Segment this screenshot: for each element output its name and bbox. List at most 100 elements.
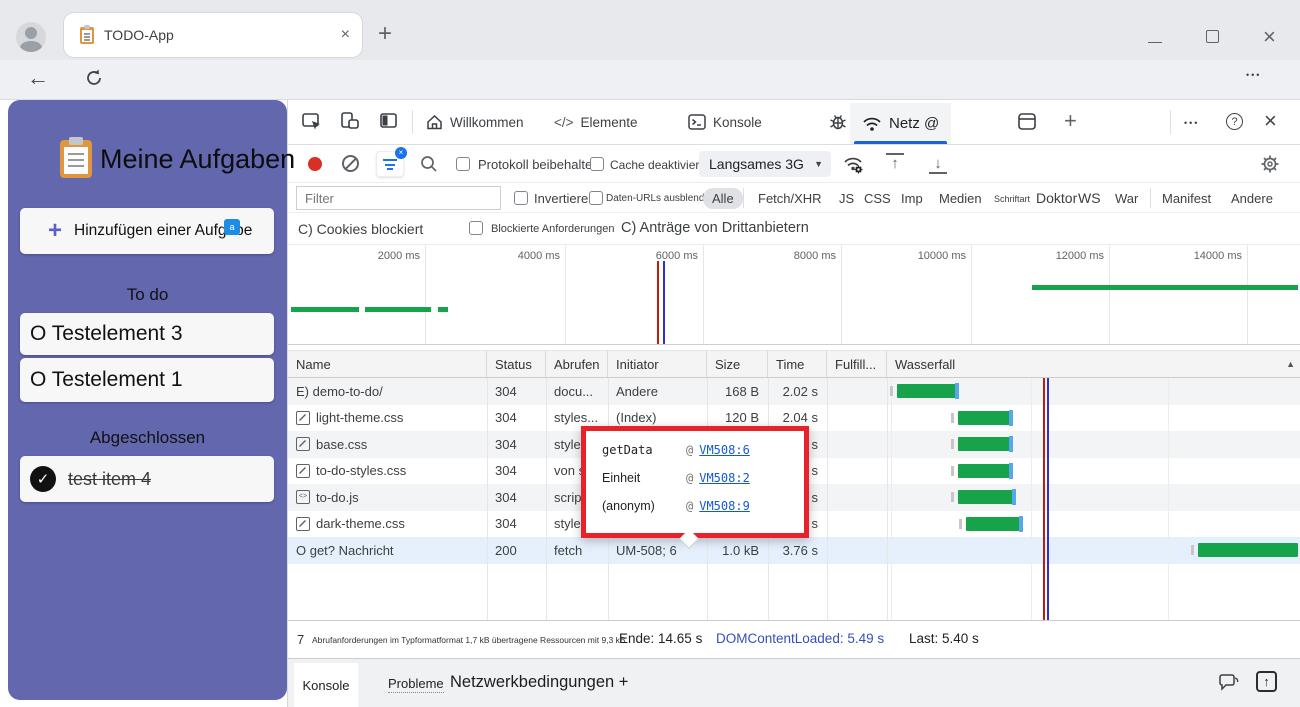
window-close-button[interactable]: × [1263, 24, 1276, 50]
browser-window: TODO-App × + × ← https://microsoftedge.g… [0, 0, 1300, 707]
filter-badge-icon: × [395, 147, 407, 159]
browser-tab[interactable]: TODO-App × [64, 13, 362, 57]
feedback-icon[interactable] [1218, 672, 1240, 697]
devtools-menu-icon[interactable]: ••• [1184, 118, 1199, 128]
stack-fn: Einheit [602, 471, 641, 485]
network-overview[interactable]: 2000 ms 4000 ms 6000 ms 8000 ms 10000 ms… [288, 245, 1300, 345]
filter-pill-ws[interactable]: WS [1078, 190, 1101, 206]
devtools-close-icon[interactable]: × [1264, 108, 1277, 134]
drawer-tab-console[interactable]: Konsole [294, 663, 358, 707]
waterfall-load-marker [1043, 378, 1045, 620]
hide-data-urls-checkbox[interactable] [589, 191, 603, 205]
css-file-icon [296, 437, 310, 452]
tab-title: TODO-App [104, 27, 174, 43]
blocked-requests-checkbox[interactable] [469, 221, 483, 235]
export-har-icon[interactable]: ↓ [929, 155, 947, 174]
js-file-icon: <> [296, 490, 310, 505]
filter-pill-img[interactable]: Imp [901, 191, 923, 206]
tab-network[interactable]: Netz @ [850, 103, 952, 144]
search-icon[interactable] [420, 155, 438, 178]
dock-side-icon[interactable] [380, 113, 398, 134]
filter-pill-js[interactable]: JS [839, 191, 854, 206]
at-symbol: @ [686, 471, 694, 485]
help-icon[interactable]: ? [1226, 113, 1243, 130]
filter-pill-media[interactable]: Medien [939, 191, 982, 206]
col-header-initiator[interactable]: Initiator [608, 351, 707, 377]
plus-icon: + [48, 217, 63, 244]
back-button[interactable]: ← [27, 65, 49, 91]
record-button[interactable] [308, 157, 322, 171]
network-wifi-icon [863, 117, 881, 131]
tab-elements[interactable]: </> Elemente [554, 100, 638, 144]
waterfall-bar[interactable] [897, 383, 959, 399]
new-tab-button[interactable]: + [378, 20, 392, 48]
col-header-name[interactable]: Name [288, 351, 487, 377]
invert-checkbox[interactable] [514, 191, 528, 205]
device-emulation-icon[interactable] [340, 112, 360, 136]
more-tools-button[interactable]: + [1064, 108, 1077, 134]
browser-tab-strip: TODO-App × + × [0, 0, 1300, 60]
filter-pill-other[interactable]: Andere [1231, 191, 1273, 206]
disable-cache-checkbox[interactable] [590, 157, 604, 171]
stack-location-link[interactable]: VM508:2 [699, 471, 750, 485]
drawer-tab-issues[interactable]: Probleme [388, 676, 444, 693]
network-conditions-icon[interactable] [842, 154, 864, 179]
drawer-tab-network-conditions[interactable]: Netzwerkbedingungen + [450, 673, 628, 692]
request-count: 7 [297, 632, 305, 647]
filter-pill-font[interactable]: Schriftart [994, 194, 1030, 204]
waterfall-bar[interactable] [958, 462, 1013, 479]
at-symbol: @ [686, 499, 694, 513]
col-header-fulfilled[interactable]: Fulfill... [827, 351, 887, 377]
tab-close-icon[interactable]: × [341, 26, 350, 44]
waterfall-bar[interactable] [1198, 543, 1298, 557]
request-row[interactable]: E) demo-to-do/ 304 docu... Andere 168 B … [288, 378, 1300, 405]
layout-panel-icon[interactable] [1018, 113, 1036, 135]
dcl-time: DOMContentLoaded: 5.49 s [716, 631, 885, 646]
window-maximize-button[interactable] [1206, 30, 1219, 43]
tab-welcome[interactable]: Willkommen [426, 100, 524, 144]
settings-gear-icon[interactable] [1260, 154, 1280, 179]
stack-location-link[interactable]: VM508:9 [699, 499, 750, 513]
filter-pill-fetch-xhr[interactable]: Fetch/XHR [758, 191, 822, 206]
third-party-label[interactable]: C) Anträge von Drittanbietern [621, 220, 809, 236]
waterfall-bar[interactable] [958, 409, 1013, 426]
filter-input[interactable] [296, 186, 501, 210]
preserve-log-checkbox[interactable] [456, 157, 470, 171]
check-circle-icon[interactable]: ✓ [30, 466, 56, 492]
filter-pill-all[interactable]: Alle [703, 188, 743, 209]
refresh-button[interactable] [84, 68, 104, 93]
col-header-type[interactable]: Abrufen [546, 351, 608, 377]
open-quick-view-icon[interactable]: ↑ [1256, 671, 1277, 692]
filter-button[interactable]: × [376, 147, 407, 177]
filter-pill-doc[interactable]: Doktor [1036, 190, 1077, 206]
scroll-up-arrow[interactable]: ▲ [1286, 359, 1295, 369]
done-item[interactable]: ✓ test item 4 [20, 456, 274, 502]
throttling-select[interactable]: Langsames 3G ▼ [699, 151, 831, 177]
profile-avatar[interactable] [16, 22, 46, 52]
request-row-selected[interactable]: O get? Nachricht 200 fetch UM-508; 6 1.0… [288, 537, 1300, 564]
waterfall-bar[interactable] [966, 515, 1023, 532]
filter-pill-wasm[interactable]: War [1115, 191, 1138, 206]
inspect-element-icon[interactable] [302, 113, 322, 136]
add-task-button[interactable]: + Hinzufügen einer Aufgabe a [20, 208, 274, 254]
col-header-time[interactable]: Time [768, 351, 827, 377]
window-minimize-button[interactable] [1148, 27, 1162, 48]
waterfall-bar[interactable] [958, 436, 1013, 452]
clear-network-log-icon[interactable] [342, 155, 359, 172]
preserve-log-label: Protokoll beibehalten [478, 157, 600, 172]
todo-item[interactable]: O Testelement 3 [20, 313, 274, 355]
blocked-cookies-label[interactable]: C) Cookies blockiert [298, 221, 423, 237]
tab-console[interactable]: Konsole [688, 100, 762, 144]
waterfall-bar[interactable] [958, 489, 1016, 505]
import-har-icon[interactable]: ↑ [886, 153, 904, 172]
todo-item[interactable]: O Testelement 1 [20, 358, 274, 402]
bug-icon[interactable] [828, 112, 848, 137]
col-header-status[interactable]: Status [487, 351, 546, 377]
col-header-waterfall[interactable]: Wasserfall [887, 351, 1300, 377]
todo-heading: To do [126, 285, 169, 304]
browser-menu-button[interactable]: ••• [1246, 70, 1261, 80]
col-header-size[interactable]: Size [707, 351, 768, 377]
filter-pill-manifest[interactable]: Manifest [1162, 191, 1211, 206]
stack-location-link[interactable]: VM508:6 [699, 443, 750, 457]
filter-pill-css[interactable]: CSS [864, 191, 891, 206]
